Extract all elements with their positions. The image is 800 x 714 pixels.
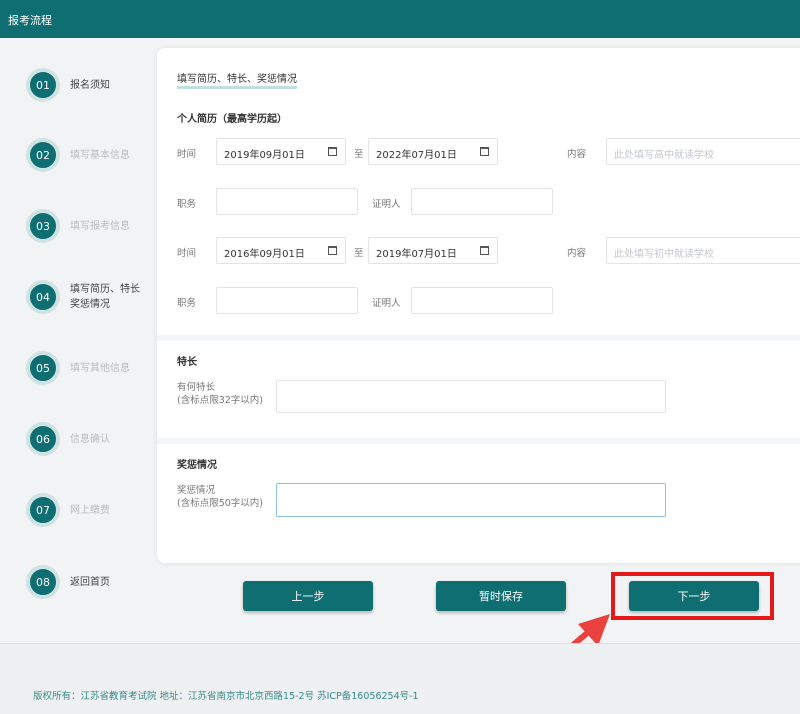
step-number: 03 — [26, 209, 60, 243]
end-date-input[interactable]: 2019年07月01日 — [368, 237, 498, 264]
step-number: 04 — [26, 280, 60, 314]
section-divider — [157, 335, 800, 341]
position-input[interactable] — [216, 188, 358, 215]
step-label: 填写报考信息 — [70, 220, 130, 232]
calendar-icon[interactable] — [480, 246, 489, 255]
specialty-section-title: 特长 — [177, 357, 197, 368]
step-number: 05 — [26, 351, 60, 385]
content-input[interactable]: 此处填写高中就读学校 — [606, 138, 800, 165]
witness-label: 证明人 — [372, 298, 401, 309]
step-label: 填写其他信息 — [70, 362, 130, 374]
rewards-section-title: 奖惩情况 — [177, 460, 217, 471]
content-label: 内容 — [567, 248, 587, 259]
specialty-label-line2: (含标点限32字以内) — [177, 395, 264, 406]
end-date-value: 2022年07月01日 — [376, 150, 457, 161]
content-label: 内容 — [567, 149, 587, 160]
top-header-bar: 报考流程 — [0, 0, 800, 38]
start-date-input[interactable]: 2016年09月01日 — [216, 237, 346, 264]
step-number: 08 — [26, 565, 60, 599]
step-number: 06 — [26, 422, 60, 456]
content-input[interactable]: 此处填写初中就读学校 — [606, 237, 800, 264]
step-item-2[interactable]: 02 填写基本信息 — [26, 138, 145, 172]
step-item-1[interactable]: 01 报名须知 — [26, 68, 145, 102]
content-placeholder: 此处填写高中就读学校 — [614, 150, 714, 161]
step-item-3[interactable]: 03 填写报考信息 — [26, 209, 145, 243]
save-draft-button[interactable]: 暂时保存 — [436, 581, 566, 611]
calendar-icon[interactable] — [328, 147, 337, 156]
footer-copyright: 版权所有：江苏省教育考试院 地址：江苏省南京市北京西路15-2号 苏ICP备16… — [33, 691, 419, 702]
witness-input[interactable] — [411, 287, 553, 314]
time-label: 时间 — [177, 248, 197, 259]
step-label: 网上缴费 — [70, 504, 110, 516]
step-label: 报名须知 — [70, 79, 110, 91]
end-date-value: 2019年07月01日 — [376, 249, 457, 260]
step-label: 返回首页 — [70, 576, 110, 588]
step-item-8[interactable]: 08 返回首页 — [26, 565, 145, 599]
end-date-input[interactable]: 2022年07月01日 — [368, 138, 498, 165]
step-label: 信息确认 — [70, 433, 110, 445]
rewards-label-line1: 奖惩情况 — [177, 485, 216, 496]
step-item-6[interactable]: 06 信息确认 — [26, 422, 145, 456]
header-title: 报考流程 — [8, 14, 52, 27]
step-item-4[interactable]: 04 填写简历、特长 奖惩情况 — [26, 280, 142, 314]
page-footer: 版权所有：江苏省教育考试院 地址：江苏省南京市北京西路15-2号 苏ICP备16… — [0, 643, 800, 714]
next-button-highlight-box — [611, 572, 774, 620]
step-item-7[interactable]: 07 网上缴费 — [26, 493, 145, 527]
step-number: 07 — [26, 493, 60, 527]
calendar-icon[interactable] — [328, 246, 337, 255]
form-card: 填写简历、特长、奖惩情况 个人简历（最高学历起） 时间 2019年09月01日 … — [157, 48, 800, 563]
specialty-label: 有何特长 (含标点限32字以内) — [177, 381, 263, 407]
content-placeholder: 此处填写初中就读学校 — [614, 249, 714, 260]
start-date-value: 2016年09月01日 — [224, 249, 305, 260]
start-date-input[interactable]: 2019年09月01日 — [216, 138, 346, 165]
step-label: 填写基本信息 — [70, 149, 130, 161]
witness-input[interactable] — [411, 188, 553, 215]
position-input[interactable] — [216, 287, 358, 314]
resume-section-title: 个人简历（最高学历起） — [177, 114, 287, 125]
to-label: 至 — [354, 149, 364, 160]
rewards-label-line2: (含标点限50字以内) — [177, 498, 264, 509]
specialty-input[interactable] — [276, 380, 666, 413]
position-label: 职务 — [177, 199, 197, 210]
calendar-icon[interactable] — [480, 147, 489, 156]
time-label: 时间 — [177, 149, 197, 160]
form-title: 填写简历、特长、奖惩情况 — [177, 70, 297, 89]
step-label: 填写简历、特长 奖惩情况 — [70, 284, 140, 310]
step-number: 01 — [26, 68, 60, 102]
rewards-label: 奖惩情况 (含标点限50字以内) — [177, 484, 263, 510]
witness-label: 证明人 — [372, 199, 401, 210]
start-date-value: 2019年09月01日 — [224, 150, 305, 161]
step-number: 02 — [26, 138, 60, 172]
rewards-input[interactable] — [276, 483, 666, 517]
to-label: 至 — [354, 248, 364, 259]
section-divider — [157, 438, 800, 444]
step-item-5[interactable]: 05 填写其他信息 — [26, 351, 145, 385]
specialty-label-line1: 有何特长 — [177, 382, 216, 393]
step-sidebar: 01 报名须知 02 填写基本信息 03 填写报考信息 04 填写简历、特长 奖… — [0, 38, 150, 643]
prev-step-button[interactable]: 上一步 — [243, 581, 373, 611]
position-label: 职务 — [177, 298, 197, 309]
